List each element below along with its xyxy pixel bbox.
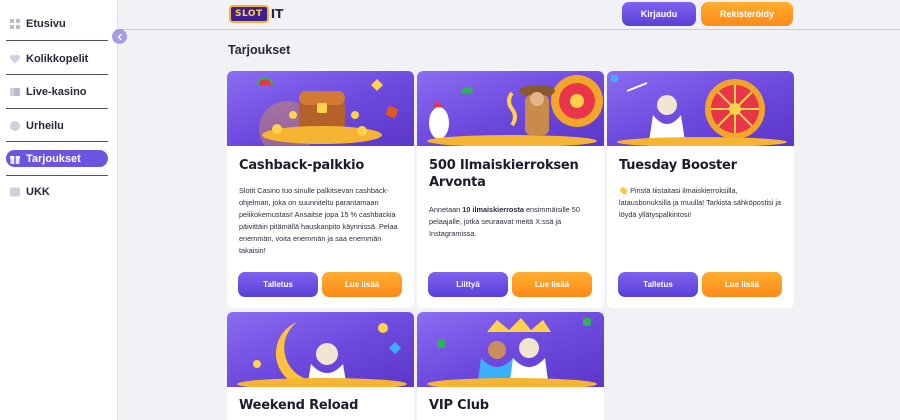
- sidebar-item-kolikkopelit[interactable]: Kolikkopelit: [6, 50, 108, 67]
- card-description-text: Annetaan: [429, 205, 463, 214]
- card-title: VIP Club: [429, 398, 489, 413]
- sidebar-item-label: Tarjoukset: [26, 152, 81, 165]
- gift-icon: [9, 153, 21, 165]
- deposit-button[interactable]: Talletus: [238, 272, 318, 297]
- card-title: Weekend Reload: [239, 398, 359, 413]
- sidebar-item-label: UKK: [26, 185, 50, 198]
- sidebar-item-label: Live-kasino: [26, 85, 87, 98]
- promo-card-cashback: Cashback-palkkio Slotit Casino tuo sinul…: [227, 71, 414, 308]
- card-title: Tuesday Booster: [619, 158, 737, 173]
- promo-image-treasure-chest: [227, 71, 414, 146]
- cards-icon: [9, 86, 21, 98]
- deposit-button[interactable]: Talletus: [618, 272, 698, 297]
- card-description: Slotit Casino tuo sinulle palkitsevan ca…: [239, 186, 398, 255]
- chevron-left-icon: [117, 33, 122, 40]
- promo-card-free-spins: 500 Ilmaiskierroksen Arvonta Annetaan 10…: [417, 71, 604, 308]
- promo-image-zeus-moon: [227, 312, 414, 387]
- logo-it-text: IT: [270, 7, 284, 21]
- sidebar-item-tarjoukset[interactable]: Tarjoukset: [6, 150, 108, 167]
- card-title: 500 Ilmaiskierroksen Arvonta: [429, 158, 579, 190]
- card-title: Cashback-palkkio: [239, 158, 365, 173]
- sidebar-item-label: Urheilu: [26, 119, 64, 132]
- home-icon: [9, 18, 21, 30]
- register-button[interactable]: Rekisteröidy: [701, 2, 793, 26]
- card-description-bold: 10 ilmaiskierrosta: [462, 205, 524, 214]
- promo-card-weekend-reload: Weekend Reload: [227, 312, 414, 420]
- sidebar-item-label: Kolikkopelit: [26, 52, 89, 65]
- promo-image-adventurer: [417, 71, 604, 146]
- collapse-sidebar-button[interactable]: [112, 29, 127, 44]
- promo-card-tuesday-booster: Tuesday Booster 👋 Piristä tiistaitasi il…: [607, 71, 794, 308]
- logo-slot-text: SLOT: [229, 5, 269, 23]
- sidebar-item-label: Etusivu: [26, 17, 66, 30]
- card-description: Annetaan 10 ilmaiskierrosta ensimmäisill…: [429, 204, 596, 240]
- sidebar-item-urheilu[interactable]: Urheilu: [6, 117, 108, 134]
- promo-image-vip: [417, 312, 604, 387]
- sidebar-item-ukk[interactable]: UKK: [6, 183, 108, 200]
- divider: [6, 175, 108, 176]
- card-description: 👋 Piristä tiistaitasi ilmaiskierroksilla…: [619, 186, 782, 219]
- divider: [6, 74, 108, 75]
- ball-icon: [9, 120, 21, 132]
- read-more-button[interactable]: Lue lisää: [512, 272, 592, 297]
- promo-card-vip-club: VIP Club: [417, 312, 604, 420]
- promo-image-zeus-wheel: [607, 71, 794, 146]
- read-more-button[interactable]: Lue lisää: [702, 272, 782, 297]
- header: SLOT IT Kirjaudu Rekisteröidy: [119, 0, 900, 30]
- divider: [6, 40, 108, 41]
- sidebar: Etusivu Kolikkopelit Live-kasino Urheilu…: [0, 0, 118, 420]
- page-title: Tarjoukset: [228, 43, 291, 57]
- divider: [6, 108, 108, 109]
- sidebar-item-etusivu[interactable]: Etusivu: [6, 15, 108, 32]
- sidebar-item-live-kasino[interactable]: Live-kasino: [6, 83, 108, 100]
- login-button[interactable]: Kirjaudu: [622, 2, 696, 26]
- logo[interactable]: SLOT IT: [229, 3, 283, 25]
- help-icon: [9, 186, 21, 198]
- divider: [6, 141, 108, 142]
- heart-icon: [9, 53, 21, 65]
- read-more-button[interactable]: Lue lisää: [322, 272, 402, 297]
- join-button[interactable]: Liittyä: [428, 272, 508, 297]
